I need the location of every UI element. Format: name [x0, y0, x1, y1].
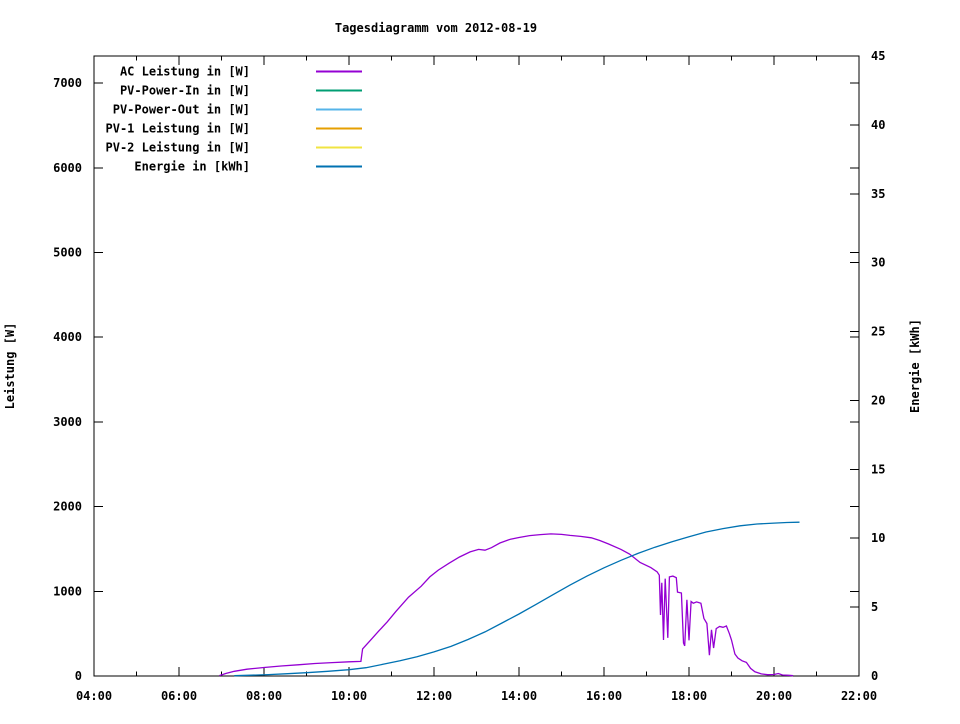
y-left-tick-label: 7000	[53, 76, 82, 90]
y-right-tick-label: 30	[871, 256, 885, 270]
x-tick-label: 20:00	[756, 689, 792, 703]
y-left-axis-label: Leistung [W]	[3, 323, 17, 410]
y-right-tick-label: 45	[871, 49, 885, 63]
y-right-tick-label: 15	[871, 462, 885, 476]
x-tick-label: 16:00	[586, 689, 622, 703]
y-right-tick-label: 25	[871, 325, 885, 339]
series-lines	[219, 521, 800, 677]
x-tick-label: 18:00	[671, 689, 707, 703]
y-right-tick-label: 0	[871, 669, 878, 683]
y-left-tick-label: 1000	[53, 584, 82, 598]
chart-canvas: Tagesdiagramm vom 2012-08-19 Leistung [W…	[3, 21, 922, 703]
y-left-tick-label: 4000	[53, 330, 82, 344]
x-tick-label: 06:00	[161, 689, 197, 703]
legend-label: PV-Power-In in [W]	[120, 84, 250, 98]
x-tick-label: 10:00	[331, 689, 367, 703]
x-tick-label: 22:00	[841, 689, 877, 703]
x-tick-label: 12:00	[416, 689, 452, 703]
y-left-tick-label: 6000	[53, 161, 82, 175]
legend: AC Leistung in [W] PV-Power-In in [W] PV-P…	[106, 65, 362, 174]
y-right-tick-label: 5	[871, 600, 878, 614]
legend-label: Energie in [kWh]	[134, 160, 250, 174]
y-right-tick-label: 10	[871, 531, 885, 545]
y-left-tick-label: 0	[75, 669, 82, 683]
series-line-5	[234, 521, 800, 677]
x-tick-label: 14:00	[501, 689, 537, 703]
y-right-axis-label: Energie [kWh]	[908, 319, 922, 413]
series-line-0	[219, 533, 794, 677]
y-left-tick-label: 3000	[53, 415, 82, 429]
legend-label: PV-Power-Out in [W]	[113, 103, 250, 117]
daily-pv-chart: Tagesdiagramm vom 2012-08-19 Leistung [W…	[0, 0, 960, 720]
legend-label: AC Leistung in [W]	[120, 65, 250, 79]
x-tick-label: 04:00	[76, 689, 112, 703]
x-tick-label: 08:00	[246, 689, 282, 703]
chart-title: Tagesdiagramm vom 2012-08-19	[335, 21, 537, 35]
legend-label: PV-1 Leistung in [W]	[106, 122, 251, 136]
y-left-tick-label: 2000	[53, 500, 82, 514]
y-right-tick-label: 20	[871, 393, 885, 407]
y-right-tick-label: 35	[871, 187, 885, 201]
legend-label: PV-2 Leistung in [W]	[106, 141, 251, 155]
y-left-tick-label: 5000	[53, 246, 82, 260]
y-right-tick-label: 40	[871, 118, 885, 132]
